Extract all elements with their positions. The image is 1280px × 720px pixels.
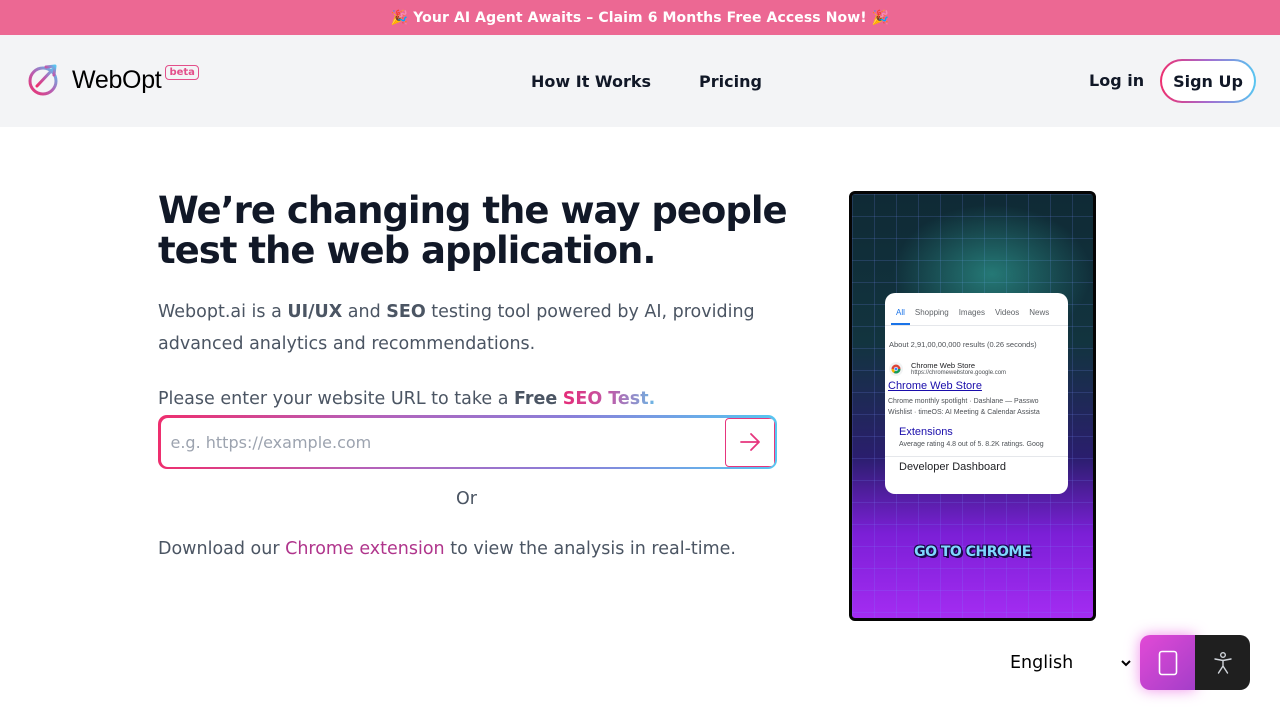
prompt-text: Please enter your website URL to take a	[158, 389, 514, 409]
language-select[interactable]: English	[1006, 646, 1134, 680]
url-form	[158, 415, 777, 469]
tablet-icon	[1158, 650, 1177, 675]
url-submit-button[interactable]	[724, 417, 775, 467]
download-after: to view the analysis in real-time.	[444, 539, 736, 559]
chrome-icon	[889, 361, 903, 376]
serp-snippet: Wishlist · timeOS: AI Meeting & Calendar…	[888, 409, 1040, 416]
prompt-free: Free	[514, 389, 558, 409]
serp-sublink-dashboard: Developer Dashboard	[899, 461, 1007, 473]
url-prompt: Please enter your website URL to take a …	[158, 386, 655, 412]
nav-how-it-works[interactable]: How It Works	[531, 72, 651, 91]
serp-tab-images: Images	[958, 308, 985, 317]
download-before: Download our	[158, 539, 286, 559]
serp-snippet: Chrome monthly spotlight · Dashlane — Pa…	[888, 398, 1039, 405]
search-result-card: All Shopping Images Videos News About 2,…	[885, 293, 1068, 494]
or-separator: Or	[456, 489, 477, 509]
promo-text[interactable]: 🎉 Your AI Agent Awaits – Claim 6 Months …	[391, 10, 890, 26]
signup-label: Sign Up	[1162, 61, 1254, 101]
serp-tab-news: News	[1029, 308, 1050, 317]
promo-banner[interactable]: 🎉 Your AI Agent Awaits – Claim 6 Months …	[0, 0, 1280, 35]
go-to-chrome-banner: GO TO CHROME	[914, 544, 1031, 560]
serp-tabs: All Shopping Images Videos News	[885, 293, 1068, 326]
signup-button[interactable]: Sign Up	[1160, 59, 1256, 103]
main-nav: How It Works Pricing	[531, 35, 810, 127]
desc-seo: SEO	[386, 302, 426, 322]
serp-site-name: Chrome Web Store	[911, 361, 976, 370]
hero-title: We’re changing the way people test the w…	[158, 189, 788, 272]
download-text: Download our Chrome extension to view th…	[158, 537, 736, 561]
arrow-right-icon	[739, 433, 760, 451]
serp-sublink-extensions: Extensions	[899, 426, 953, 438]
serp-site-url: https://chromewebstore.google.com	[911, 370, 1007, 376]
chrome-extension-link[interactable]: Chrome extension	[285, 539, 445, 559]
nav-pricing[interactable]: Pricing	[699, 72, 762, 91]
login-link[interactable]: Log in	[1089, 69, 1144, 93]
serp-sublink-snippet: Average rating 4.8 out of 5. 8.2K rating…	[899, 441, 1044, 448]
logo[interactable]: WebOpt beta	[28, 63, 199, 97]
webopt-logo-icon	[28, 64, 58, 96]
site-header: WebOpt beta How It Works Pricing Log in	[0, 35, 1280, 127]
accessibility-widget	[1140, 635, 1250, 690]
logo-text: WebOpt	[72, 65, 162, 94]
desc-text: Webopt.ai is a	[158, 302, 288, 322]
serp-result-title: Chrome Web Store	[888, 380, 982, 392]
chrome-preview-video[interactable]: All Shopping Images Videos News About 2,…	[849, 191, 1096, 621]
hero-description: Webopt.ai is a UI/UX and SEO testing too…	[158, 296, 778, 360]
serp-tab-shopping: Shopping	[914, 308, 949, 317]
serp-site: Chrome Web Store https://chromewebstore.…	[889, 361, 1068, 376]
serp-divider	[885, 456, 1068, 457]
accessibility-button[interactable]	[1195, 635, 1250, 690]
serp-tab-all: All	[891, 308, 910, 325]
serp-results-count: About 2,91,00,00,000 results (0.26 secon…	[889, 340, 1037, 349]
beta-badge: beta	[165, 64, 199, 80]
prompt-seo-test: SEO Test.	[562, 389, 656, 409]
accessibility-person-icon	[1213, 651, 1232, 674]
url-input[interactable]	[160, 417, 725, 467]
device-preview-button[interactable]	[1140, 635, 1195, 690]
serp-tab-videos: Videos	[994, 308, 1020, 317]
desc-text: and	[342, 302, 387, 322]
desc-uiux: UI/UX	[287, 302, 343, 322]
